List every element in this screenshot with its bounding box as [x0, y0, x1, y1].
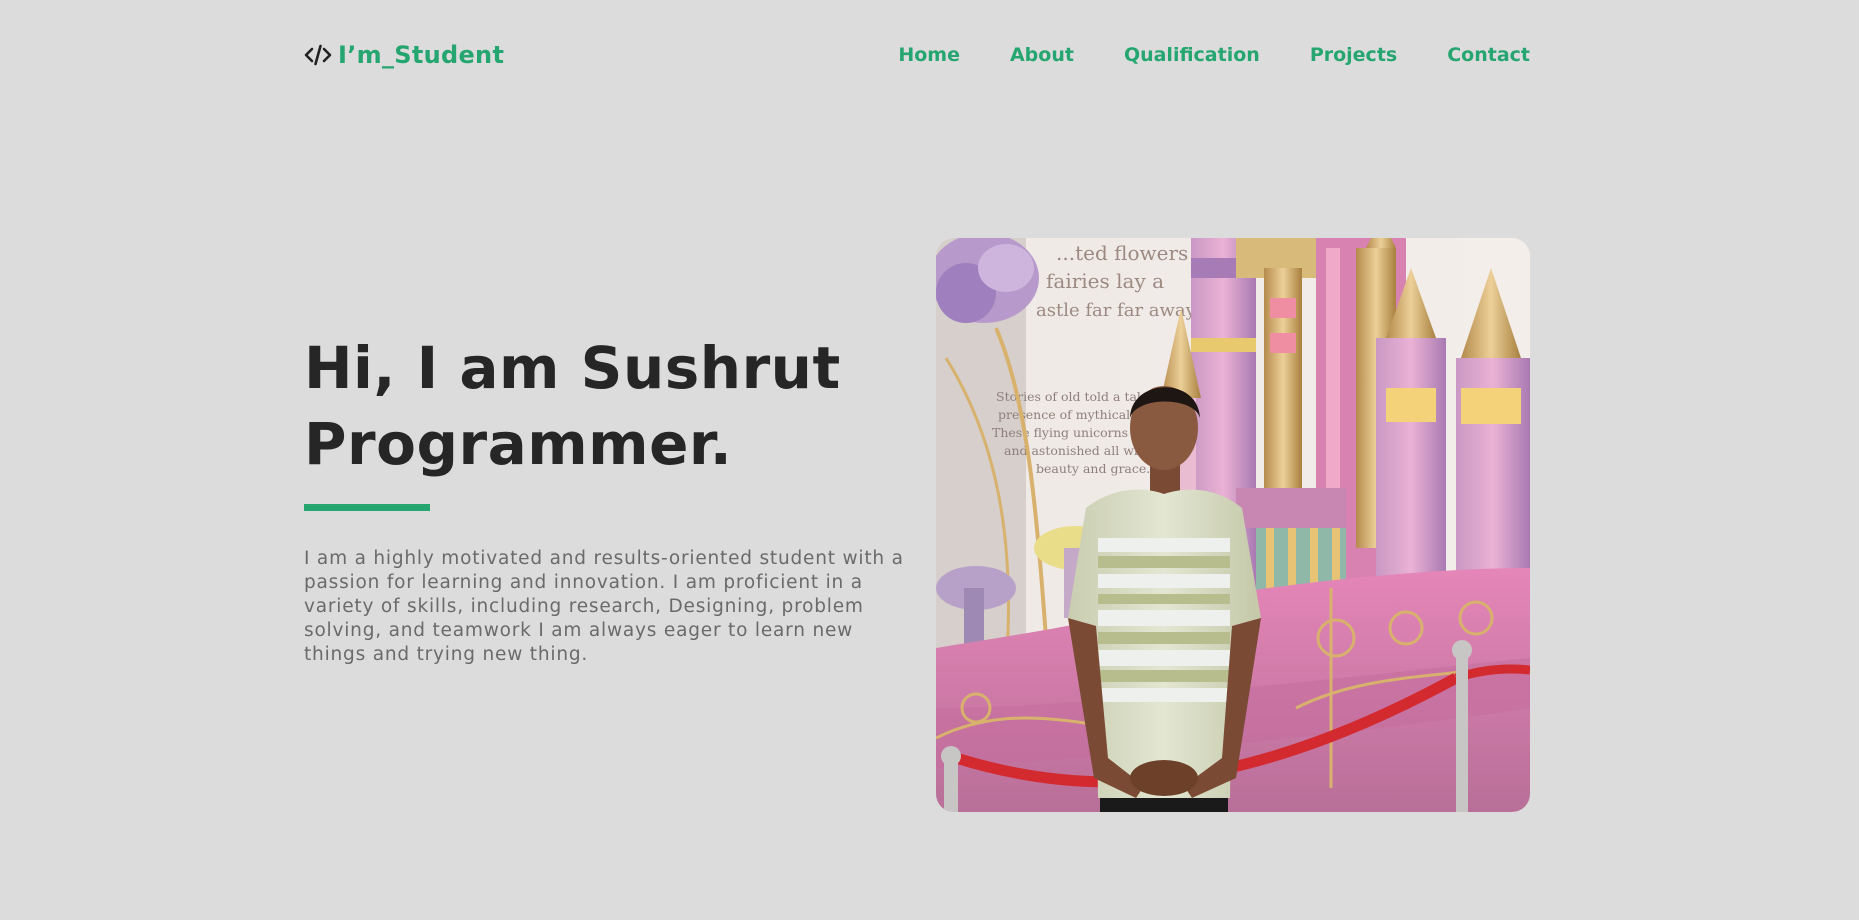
- nav-contact[interactable]: Contact: [1447, 44, 1530, 66]
- brand-name: I’m_Student: [338, 41, 505, 69]
- svg-text:beauty and grace.: beauty and grace.: [1036, 461, 1150, 476]
- hero-section: Hi, I am Sushrut Programmer. I am a high…: [304, 330, 904, 667]
- main-nav: Home About Qualification Projects Contac…: [898, 44, 1530, 66]
- hero-title: Hi, I am Sushrut Programmer.: [304, 330, 904, 482]
- site-header: I’m_Student Home About Qualification Pro…: [304, 34, 1530, 76]
- svg-text:...ted flowers: ...ted flowers: [1056, 241, 1188, 265]
- code-icon: [304, 43, 332, 67]
- nav-about[interactable]: About: [1010, 44, 1074, 66]
- nav-projects[interactable]: Projects: [1310, 44, 1397, 66]
- brand-logo-link[interactable]: I’m_Student: [304, 41, 504, 69]
- profile-photo-illustration: ...ted flowers fairies lay a astle far f…: [936, 238, 1530, 812]
- accent-divider: [304, 504, 430, 511]
- hero-title-line1: Hi, I am Sushrut: [304, 334, 841, 402]
- hero-title-line2: Programmer.: [304, 410, 733, 478]
- page: I’m_Student Home About Qualification Pro…: [0, 0, 1859, 920]
- svg-text:fairies lay a: fairies lay a: [1046, 269, 1164, 293]
- svg-text:astle far far away: astle far far away: [1036, 300, 1197, 321]
- nav-qualification[interactable]: Qualification: [1124, 44, 1260, 66]
- nav-home[interactable]: Home: [898, 44, 960, 66]
- hero-description: I am a highly motivated and results-orie…: [304, 548, 904, 665]
- profile-photo: ...ted flowers fairies lay a astle far f…: [936, 238, 1530, 812]
